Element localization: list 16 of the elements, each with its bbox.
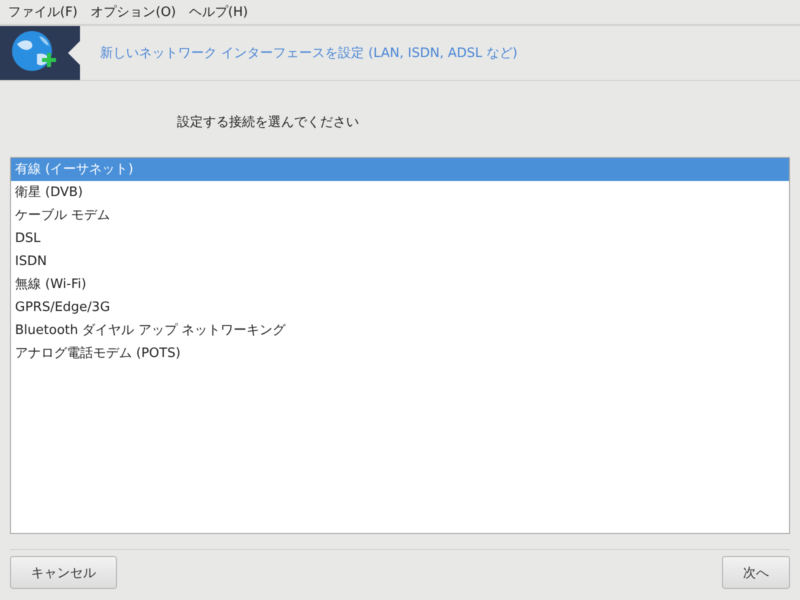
header-title: 新しいネットワーク インターフェースを設定 (LAN, ISDN, ADSL など) [100,45,518,62]
pointer-notch [68,41,80,65]
list-item[interactable]: DSL [11,227,789,250]
list-item[interactable]: GPRS/Edge/3G [11,296,789,319]
next-button[interactable]: 次へ [722,556,790,589]
menu-item[interactable]: ファイル(F) [3,3,83,21]
list-item[interactable]: Bluetooth ダイヤル アップ ネットワーキング [11,319,789,342]
prompt-text: 設定する接続を選んでください [177,115,359,130]
list-item[interactable]: 衛星 (DVB) [11,181,789,204]
cancel-button[interactable]: キャンセル [10,556,117,589]
list-item[interactable]: アナログ電話モデム (POTS) [11,342,789,365]
list-item[interactable]: ケーブル モデム [11,204,789,227]
menu-item[interactable]: ヘルプ(H) [184,3,253,21]
list-item[interactable]: 無線 (Wi-Fi) [11,273,789,296]
menu-item[interactable]: オプション(O) [86,3,182,21]
list-item[interactable]: ISDN [11,250,789,273]
